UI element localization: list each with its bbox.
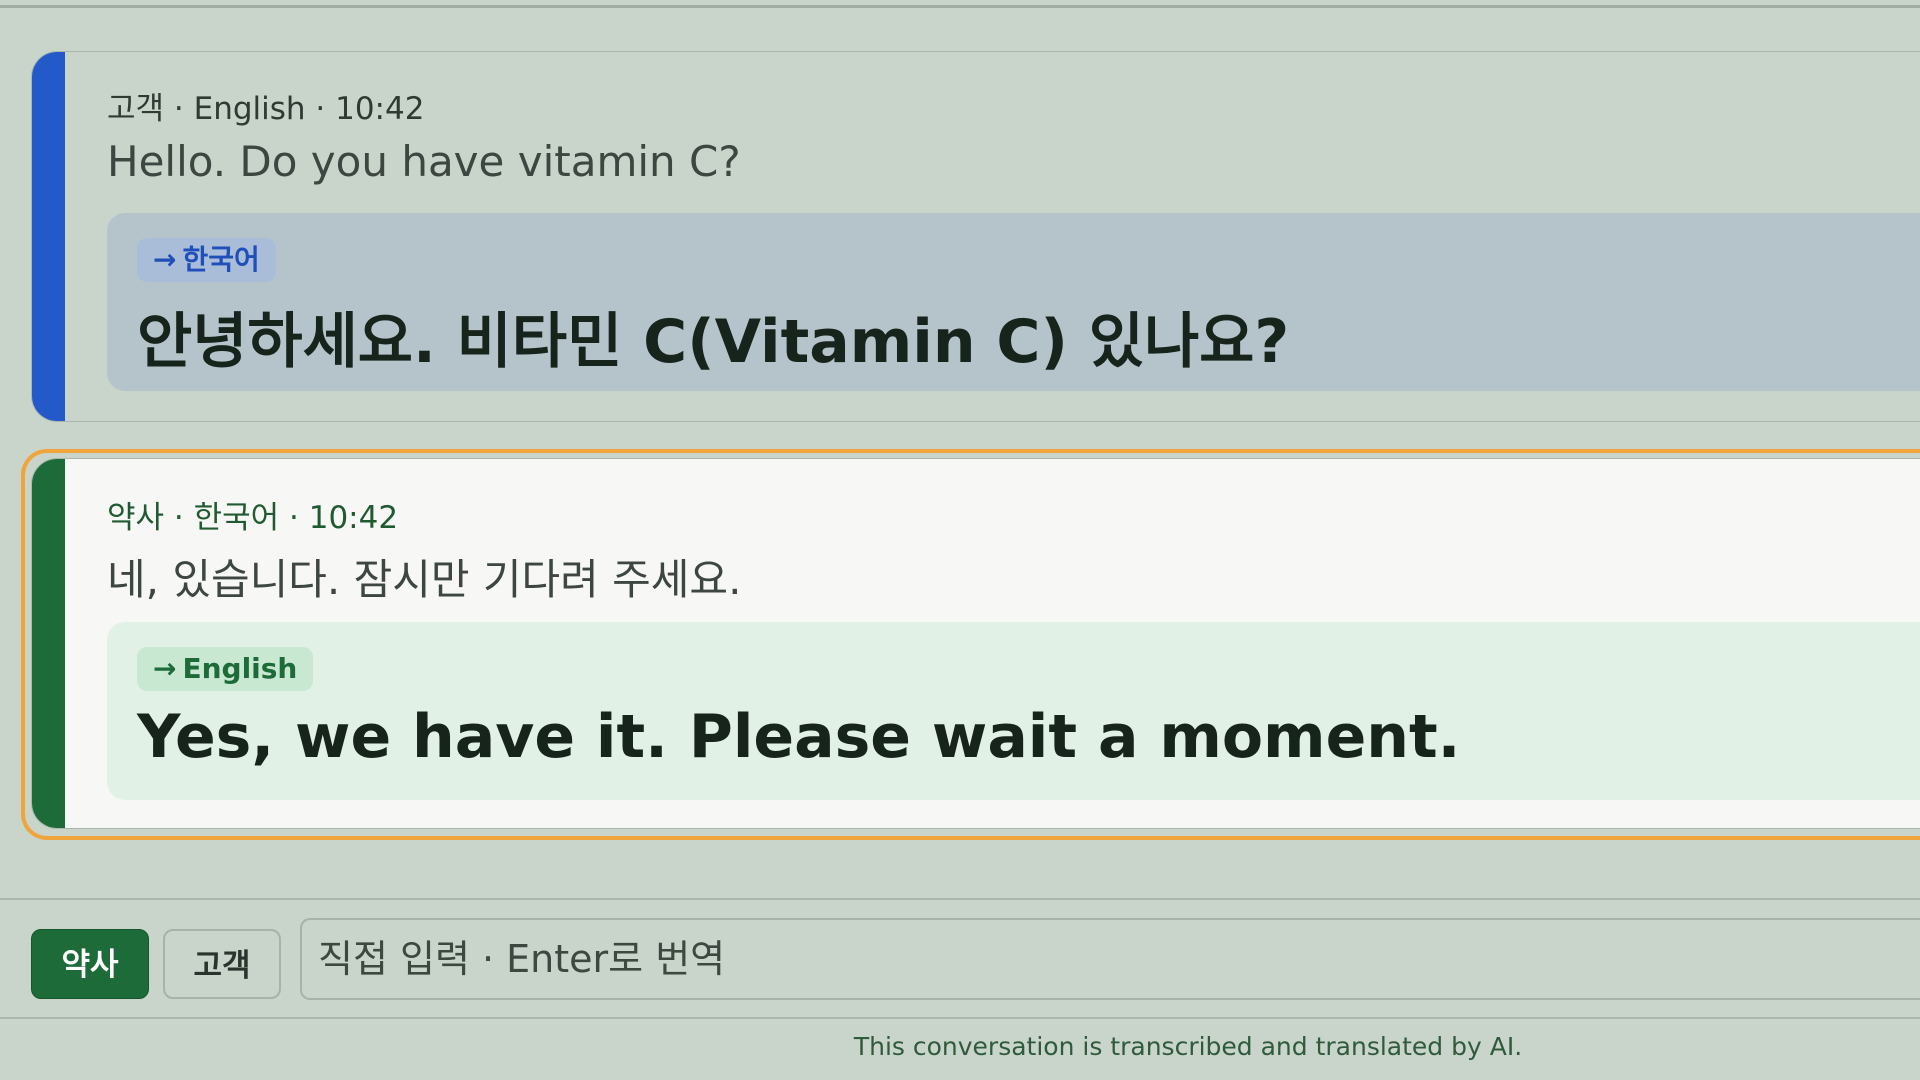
target-language-label: 한국어 [182,243,260,276]
translation-panel: → 한국어 안녕하세요. 비타민 C(Vitamin C) 있나요? [107,213,1920,391]
arrow-right-icon: → [153,243,177,276]
message-meta: 약사 · 한국어 · 10:42 [107,500,399,536]
translated-text: 안녕하세요. 비타민 C(Vitamin C) 있나요? [137,307,1290,377]
original-text: Hello. Do you have vitamin C? [107,137,741,186]
message-card-pharmacist[interactable]: 약사 · 한국어 · 10:42 네, 있습니다. 잠시만 기다려 주세요. →… [31,458,1920,829]
translated-text: Yes, we have it. Please wait a moment. [137,702,1461,772]
target-language-chip: → English [137,647,314,691]
direct-input-field[interactable] [300,918,1920,1000]
target-language-label: English [182,652,298,685]
customer-accent-bar [32,52,65,421]
top-divider [0,0,1920,8]
message-card-customer[interactable]: 고객 · English · 10:42 Hello. Do you have … [31,51,1920,422]
target-language-chip: → 한국어 [137,238,276,282]
speaker-button-pharmacist[interactable]: 약사 [31,929,149,999]
speaker-button-customer[interactable]: 고객 [163,929,281,999]
pharmacist-accent-bar [32,459,65,828]
ai-disclaimer: This conversation is transcribed and tra… [853,1032,1523,1061]
translation-panel: → English Yes, we have it. Please wait a … [107,622,1920,800]
message-meta: 고객 · English · 10:42 [107,91,425,127]
arrow-right-icon: → [153,652,177,685]
original-text: 네, 있습니다. 잠시만 기다려 주세요. [107,555,742,604]
